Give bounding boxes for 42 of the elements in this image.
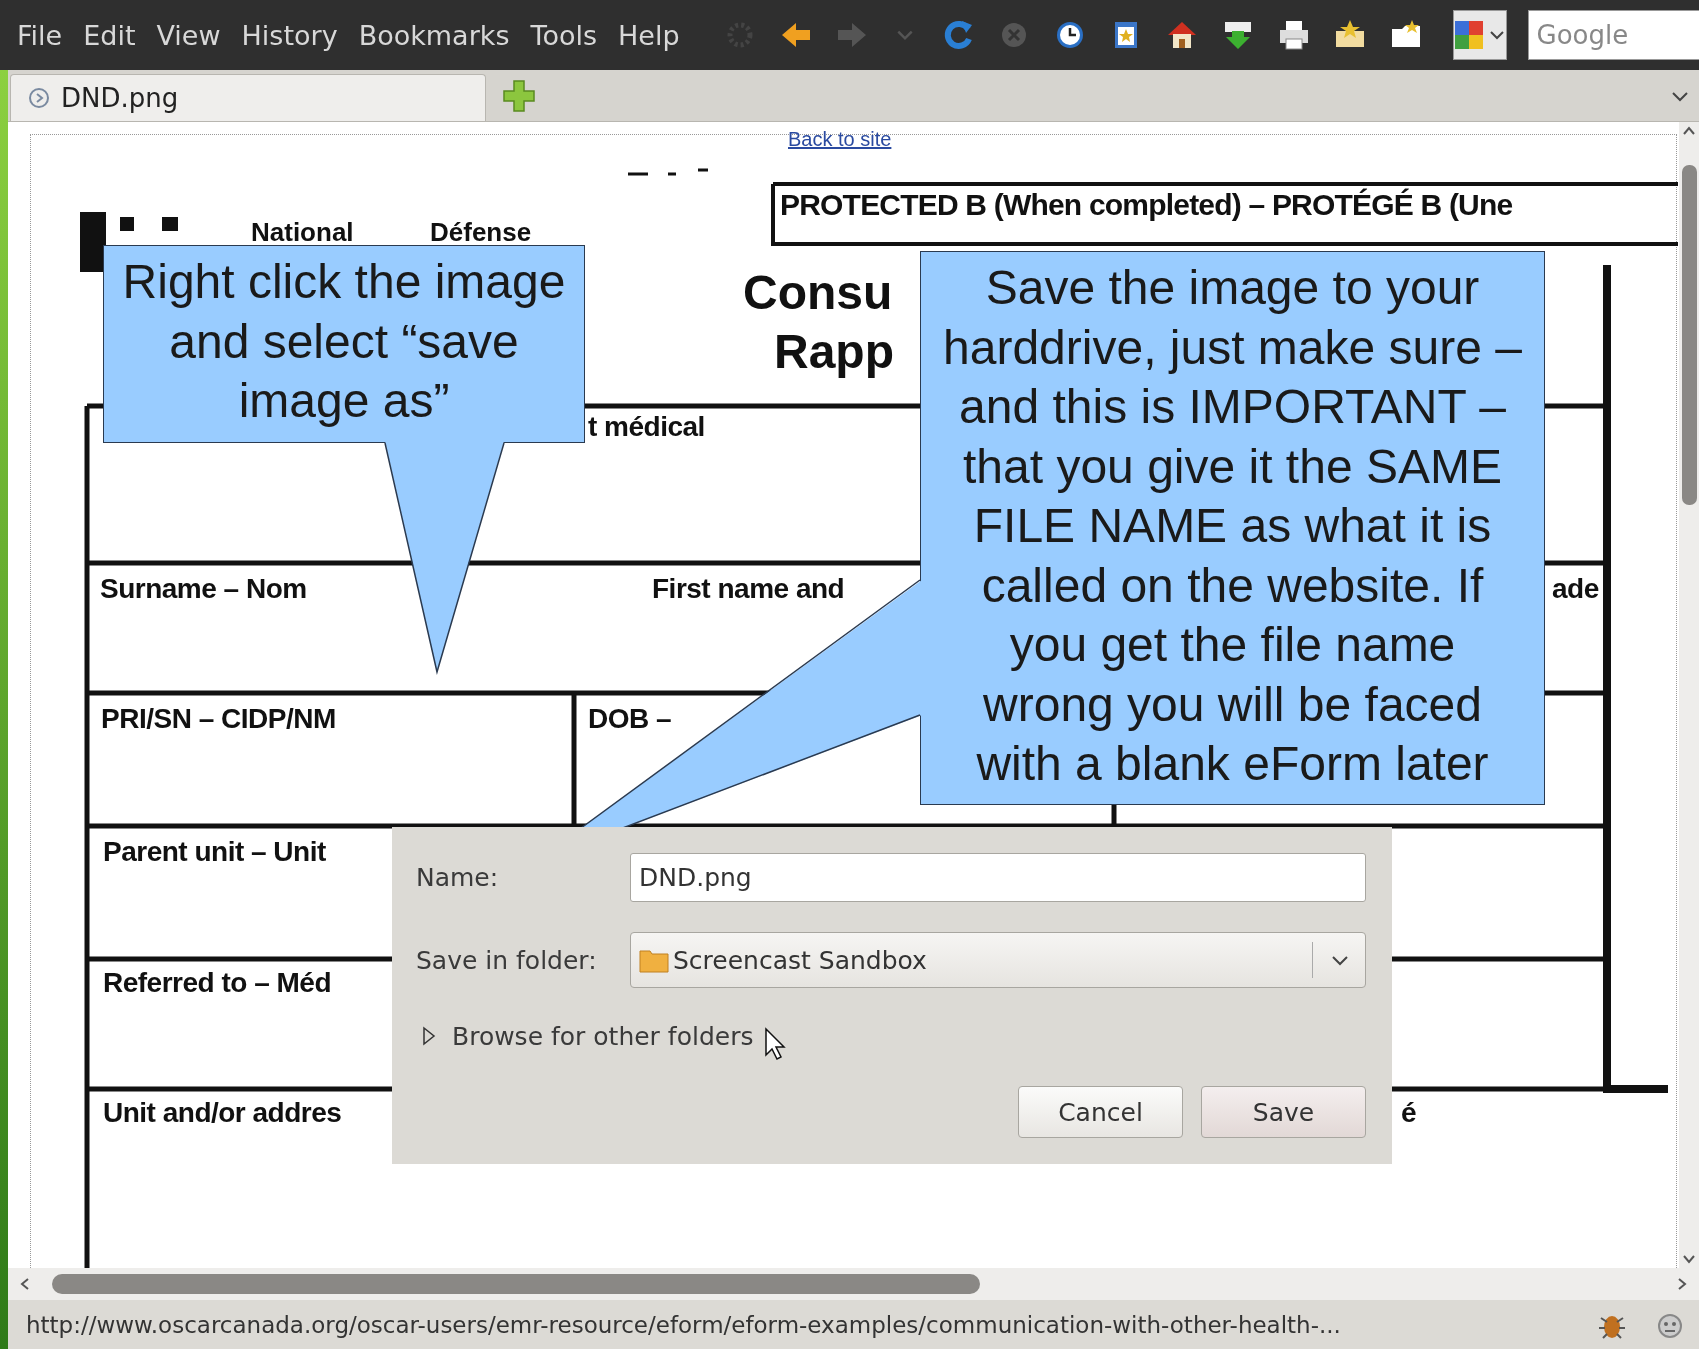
scrollbar-thumb[interactable] [1682,165,1697,505]
menu-item[interactable]: Bookmarks [358,19,510,51]
menu-item[interactable]: History [241,19,338,51]
expander-triangle-icon [420,1025,438,1047]
form-text: National [251,218,354,247]
callout-text: Save the image to your harddrive, just make sure – and this is IMPORTANT – that you give it the SAME FILE NAME as what it is called on the website. If you get the file name wrong you will be faced with a blank eForm later [942,260,1523,792]
menu-item[interactable]: Tools [530,19,597,51]
menu-item[interactable]: Edit [83,19,136,51]
form-text: PRI/SN – CIDP/NM [101,704,336,735]
name-field[interactable]: DND.png [630,853,1366,902]
dialog-button[interactable]: Cancel [1018,1086,1183,1138]
form-text: Referred to – Méd [103,968,331,999]
form-text: DOB – [588,704,672,735]
search-engine-icon [1453,20,1484,50]
folder-dropdown[interactable]: Screencast Sandbox [630,932,1366,988]
folder-icon [639,947,669,973]
menu-item[interactable]: File [17,19,63,51]
scrollbar-thumb[interactable] [52,1274,980,1294]
menu-item[interactable]: Help [618,19,680,51]
folder-label: Save in folder: [416,945,598,975]
form-text: Défense [430,218,532,247]
form-text: Surname – Nom [100,574,307,605]
loading-icon [27,86,51,110]
form-text: ade [1552,574,1599,605]
form-text: PROTECTED B (When completed) – PROTÉGÉ B (Une [780,188,1513,221]
form-text: Consu [743,267,893,320]
search-field[interactable]: Google [1527,10,1699,60]
dialog-button[interactable]: Save [1201,1086,1366,1138]
browse-folders-expander[interactable]: Browse for other folders [416,1016,1366,1056]
form-text: First name and [652,574,845,605]
status-url: http://www.oscarcanada.org/oscar-users/emr-resource/eform/eform-examples/communication-with-other-health-... [26,1311,1342,1338]
form-text: t médical [588,412,705,443]
search-engine-selector[interactable] [1452,10,1507,60]
form-text: Unit and/or addres [103,1098,342,1129]
callout-text: Right click the image and select “save image as” [121,254,567,429]
menu-item[interactable]: View [156,19,221,51]
name-label: Name: [416,863,500,892]
back-to-site-link[interactable]: Back to site [788,128,892,151]
browser-tab[interactable]: DND.png [10,74,486,121]
form-text: é [1401,1098,1417,1129]
form-text: Rapp [774,326,894,379]
form-text: Parent unit – Unit [103,837,326,868]
